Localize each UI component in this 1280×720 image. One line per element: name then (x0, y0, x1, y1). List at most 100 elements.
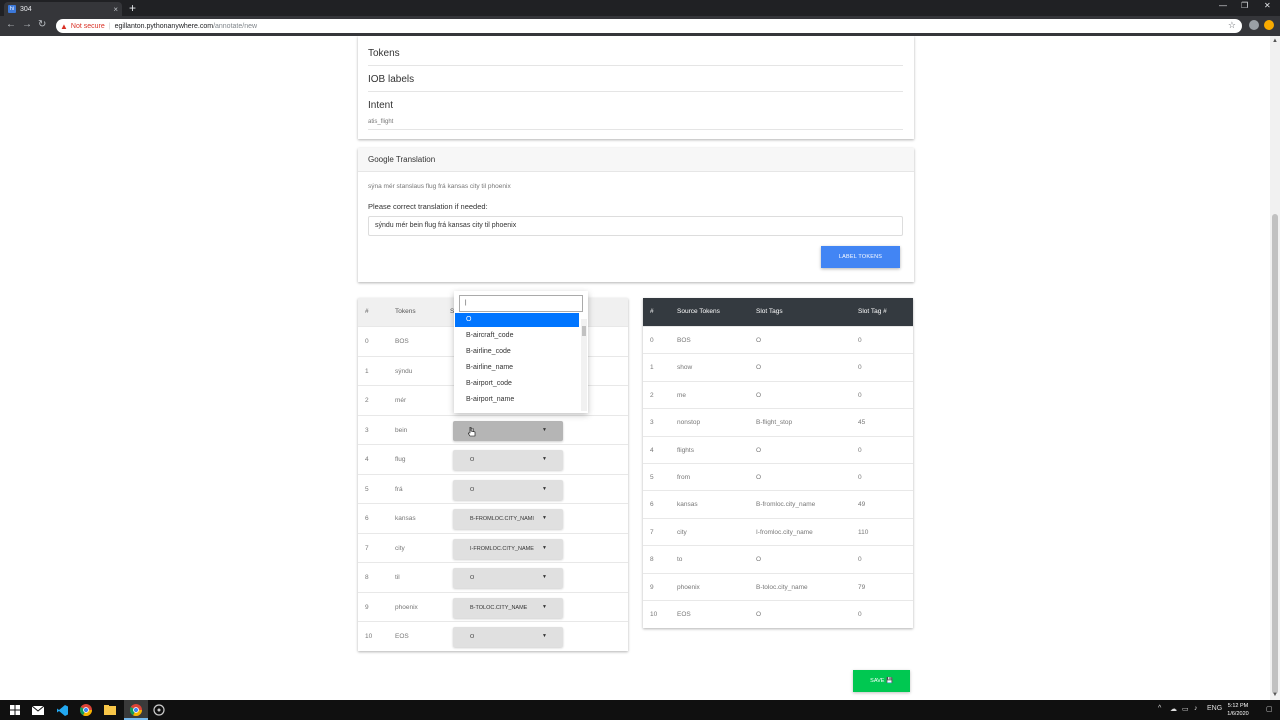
row-num: 4 (650, 446, 654, 454)
slot-select[interactable]: B-FROMLOC.CITY_NAMI ▼ (453, 509, 563, 529)
slot-select-value: I-FROMLOC.CITY_NAME (470, 545, 534, 552)
row-slot-tag-num: 45 (858, 419, 866, 427)
table-row: 1 show O 0 (643, 353, 913, 380)
table-row: 3 nonstop B-flight_stop 45 (643, 408, 913, 435)
source-table-header: # Source Tokens Slot Tags Slot Tag # (643, 298, 913, 326)
slot-select-value: O (470, 575, 475, 581)
dropdown-option[interactable]: B-aircraft_code (455, 329, 579, 343)
slot-select[interactable]: I-FROMLOC.CITY_NAME ▼ (453, 538, 563, 559)
correct-translation-label: Please correct translation if needed: (368, 202, 488, 211)
slot-tag-dropdown[interactable]: | O B-aircraft_code B-airline_code B-airlin… (454, 291, 588, 413)
table-row: 7 city I-fromloc.city_name 110 (643, 517, 913, 545)
slot-select[interactable]: O ▼ (453, 450, 563, 470)
minimize-button[interactable]: — (1219, 1, 1227, 10)
chrome-icon[interactable] (79, 703, 93, 717)
back-arrow-icon[interactable]: ← (6, 19, 16, 30)
close-window-button[interactable]: ✕ (1264, 1, 1271, 10)
dropdown-option[interactable]: B-airport_name (455, 393, 579, 407)
scroll-thumb[interactable] (1272, 214, 1278, 694)
slot-select-value: B-TOLOC.CITY_NAME (470, 604, 528, 611)
bookmark-star-icon[interactable]: ☆ (1228, 20, 1236, 31)
row-slot-tag-num: 0 (858, 391, 862, 399)
clock-time: 5:12 PM (1227, 703, 1249, 709)
row-num: 5 (365, 485, 369, 493)
row-num: 8 (650, 556, 654, 564)
caret-down-icon: ▼ (542, 426, 547, 433)
volume-icon[interactable]: ♪ (1194, 705, 1198, 712)
dropdown-option[interactable]: B-airport_code (455, 377, 579, 391)
row-num: 1 (650, 364, 654, 372)
row-num: 0 (365, 338, 369, 345)
app-icon[interactable] (152, 703, 166, 717)
row-num: 9 (365, 603, 369, 611)
file-explorer-icon[interactable] (103, 703, 117, 717)
profile-avatar-icon[interactable] (1264, 20, 1274, 30)
windows-start-icon[interactable] (8, 703, 22, 717)
address-bar[interactable]: ▲ Not secure | egillanton.pythonanywhere… (56, 19, 1242, 33)
table-row: 2 me O 0 (643, 380, 913, 408)
label-tokens-button[interactable]: LABEL TOKENS (821, 246, 900, 268)
translation-input[interactable]: sýndu mér bein flug frá kansas city til … (368, 216, 903, 236)
extension-icon[interactable] (1249, 20, 1259, 30)
tray-chevron-icon[interactable]: ^ (1158, 705, 1161, 712)
row-slot-tag-num: 0 (858, 474, 862, 481)
slot-select-value: B-FROMLOC.CITY_NAMI (470, 516, 534, 522)
page-scrollbar[interactable]: ▲ ▼ (1270, 36, 1280, 700)
table-row: 5 from O 0 (643, 463, 913, 490)
maximize-button[interactable]: ❐ (1241, 1, 1248, 10)
slot-select[interactable]: O ▼ (453, 479, 563, 500)
new-tab-button[interactable]: + (129, 1, 136, 15)
slot-select-value: O (470, 486, 475, 493)
tab-close-icon[interactable]: × (113, 5, 118, 14)
table-row: 10 EOS O 0 (643, 600, 913, 627)
notifications-icon[interactable]: ▢ (1266, 705, 1273, 713)
row-num: 2 (365, 397, 369, 404)
slot-select[interactable]: O ▼ (453, 568, 563, 588)
chrome-active-icon[interactable] (129, 703, 143, 717)
taskbar-clock[interactable]: 5:12 PM 1/6/2020 (1216, 702, 1260, 718)
scroll-up-icon[interactable]: ▲ (1272, 38, 1278, 44)
row-num: 1 (365, 367, 369, 375)
slot-select[interactable]: B-TOLOC.CITY_NAME ▼ (453, 597, 563, 618)
table-row: 8 til O ▼ (358, 562, 628, 592)
intent-value: atis_flight (368, 119, 394, 125)
row-slot-tag-num: 0 (858, 446, 862, 454)
mail-icon[interactable] (31, 703, 45, 717)
row-token: kansas (395, 515, 416, 522)
row-num: 3 (650, 419, 654, 427)
row-source-token: BOS (677, 337, 691, 344)
row-token: mér (395, 397, 407, 404)
caret-down-icon: ▼ (542, 485, 547, 492)
dropdown-option[interactable]: O (455, 313, 579, 327)
reload-icon[interactable]: ↻ (38, 19, 46, 30)
caret-down-icon: ▼ (542, 544, 547, 551)
col-num-header: # (650, 308, 654, 315)
dropdown-scrollbar[interactable] (581, 319, 587, 411)
row-source-token: city (677, 528, 687, 536)
dropdown-option[interactable]: B-airline_code (455, 345, 579, 359)
caret-down-icon: ▼ (542, 515, 547, 521)
scroll-down-icon[interactable]: ▼ (1272, 692, 1278, 698)
table-row: 10 EOS O ▼ (358, 621, 628, 651)
dropdown-scroll-thumb[interactable] (582, 326, 586, 336)
dropdown-search-input[interactable]: | (459, 295, 583, 312)
row-source-token: show (677, 364, 693, 372)
browser-tab[interactable]: hi 304 × (4, 2, 122, 16)
row-slot-tag: O (756, 556, 762, 564)
machine-translation-text: sýna mér stanslaus flug frá kansas city … (368, 183, 511, 190)
cloud-icon[interactable]: ☁ (1170, 705, 1177, 713)
warning-icon: ▲ (60, 21, 68, 31)
dropdown-option[interactable]: B-airline_name (455, 361, 579, 375)
save-button[interactable]: SAVE 💾 (853, 670, 910, 692)
row-slot-tag-num: 0 (858, 337, 862, 344)
vscode-icon[interactable] (55, 703, 69, 717)
forward-arrow-icon[interactable]: → (22, 19, 32, 30)
network-icon[interactable]: ▭ (1182, 705, 1189, 713)
table-row: 8 to O 0 (643, 545, 913, 572)
slot-select[interactable]: O ▼ (453, 627, 563, 647)
row-source-token: flights (677, 446, 694, 454)
row-source-token: kansas (677, 501, 698, 509)
col-source-tokens-header: Source Tokens (677, 308, 720, 315)
url-path: /annotate/new (213, 22, 258, 30)
row-slot-tag: O (756, 364, 762, 372)
